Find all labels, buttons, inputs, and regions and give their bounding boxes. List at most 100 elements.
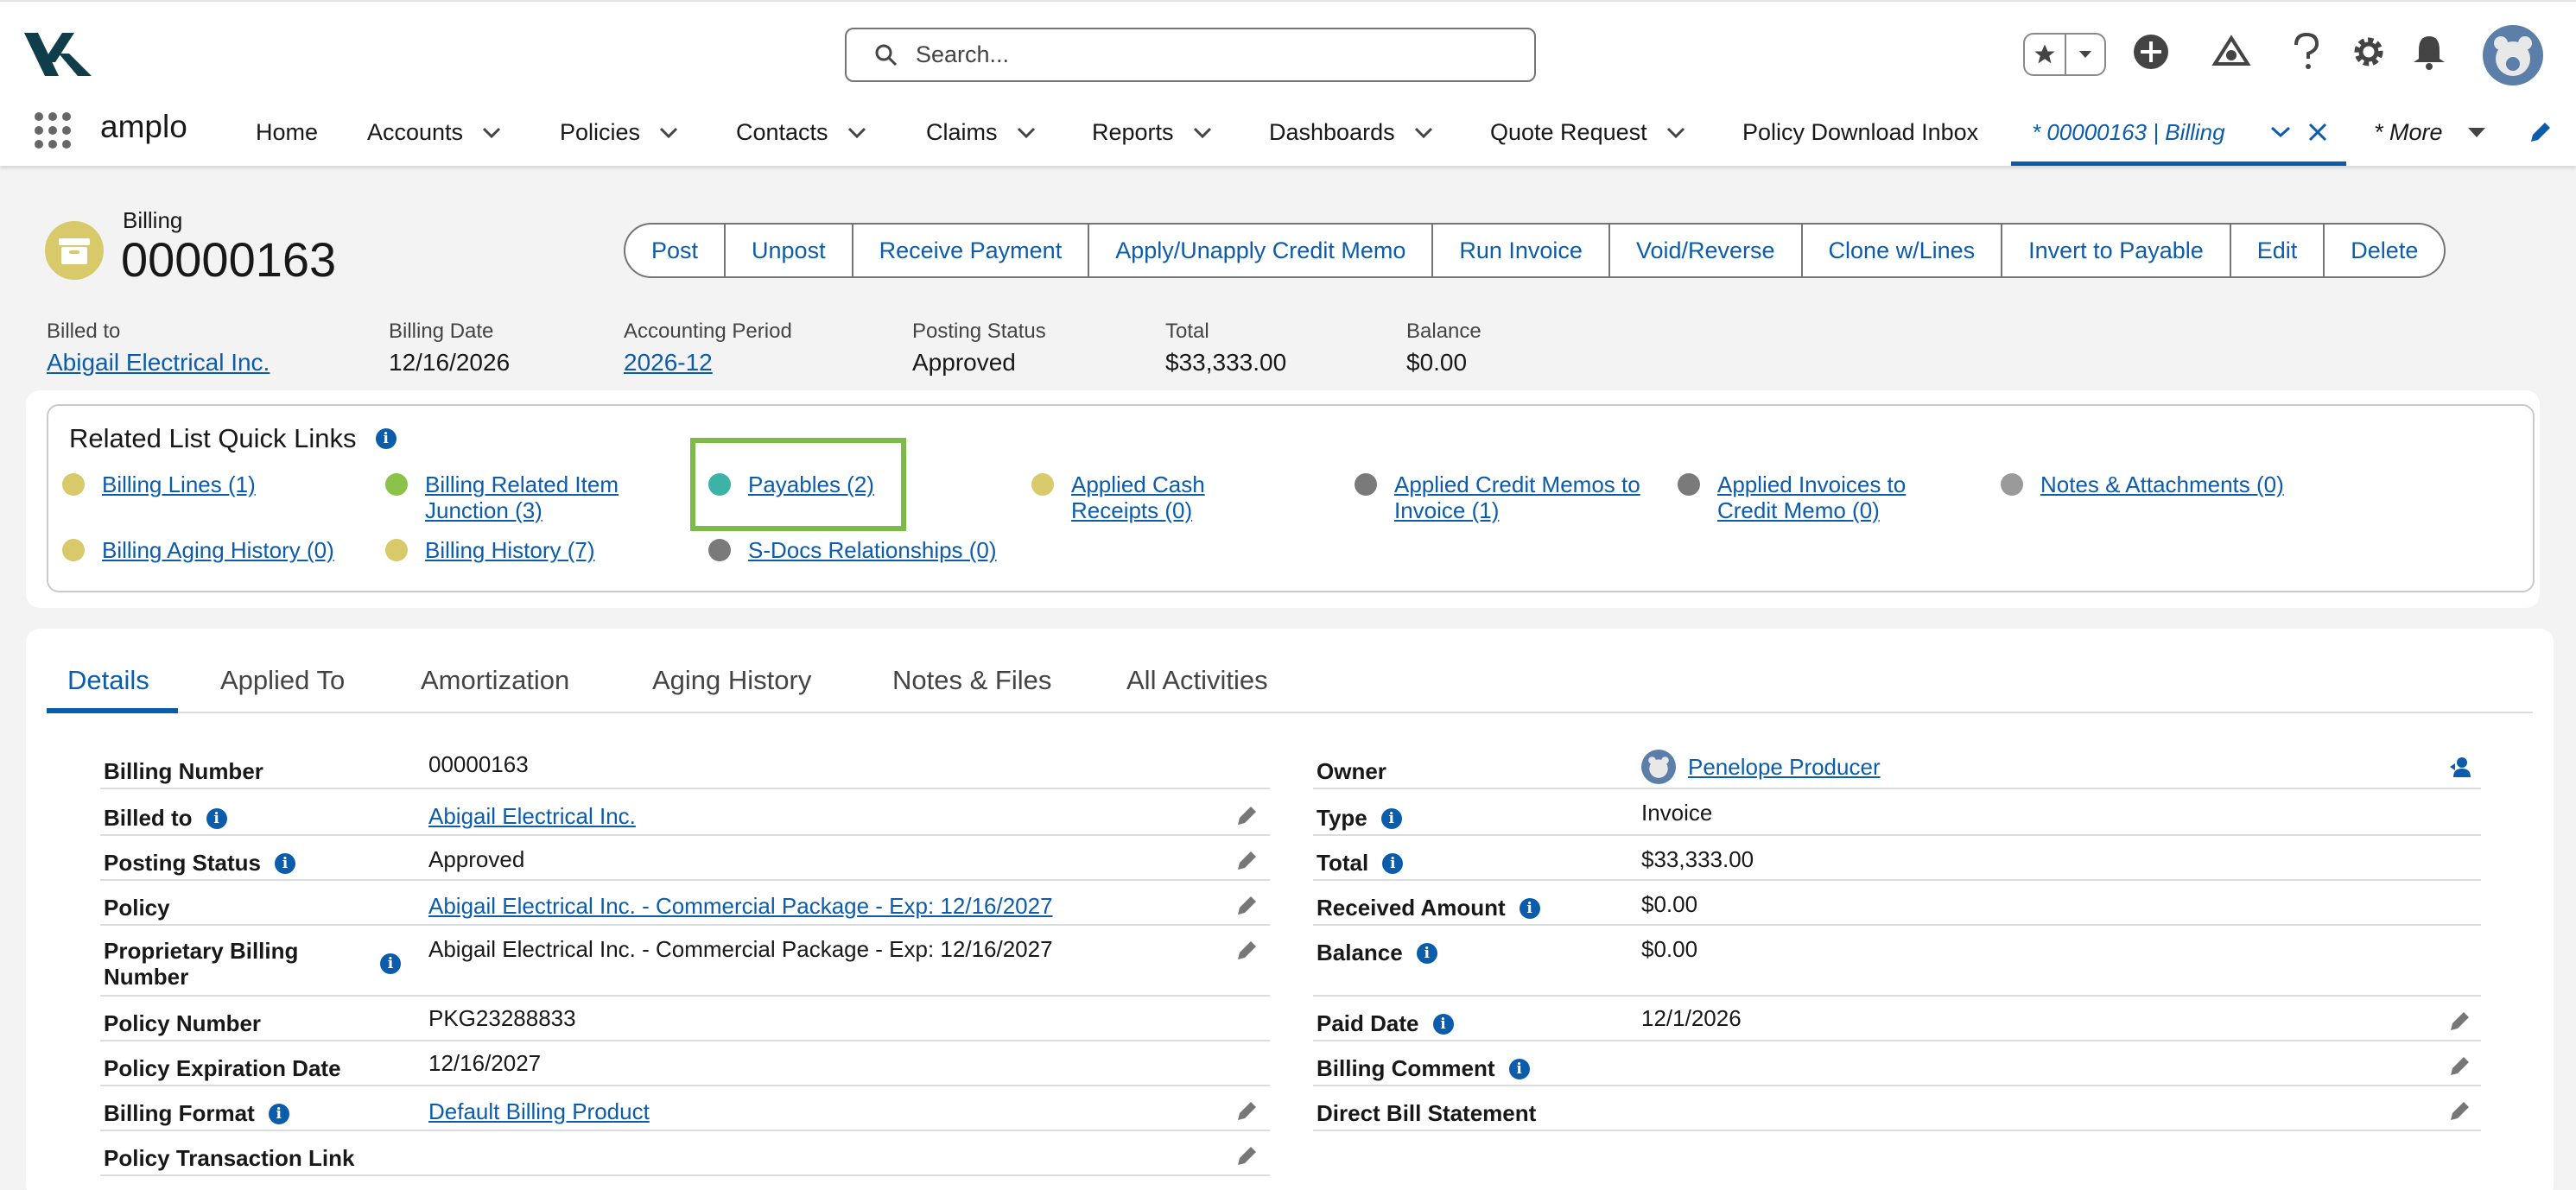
billing-format-link[interactable]: Default Billing Product — [428, 1098, 650, 1125]
field-received-amount: Received Amount i $0.00 — [1313, 881, 2481, 926]
edit-pencil-icon[interactable] — [1235, 803, 1259, 827]
unpost-button[interactable]: Unpost — [724, 225, 852, 276]
field-proprietary-billing-number: Proprietary Billing Number i Abigail Elec… — [100, 926, 1270, 997]
edit-button[interactable]: Edit — [2229, 225, 2324, 276]
field-balance: Balance i $0.00 — [1313, 926, 2481, 997]
policy-link[interactable]: Abigail Electrical Inc. - Commercial Pac… — [428, 893, 1053, 920]
nav-item-accounts[interactable]: Accounts — [367, 119, 501, 146]
app-logo[interactable] — [24, 28, 93, 79]
chevron-down-icon[interactable] — [1017, 127, 1036, 139]
close-icon[interactable] — [2308, 123, 2327, 142]
search-input[interactable]: Search... — [845, 28, 1536, 82]
info-icon[interactable]: i — [375, 428, 397, 449]
favorites-dropdown-icon[interactable] — [2064, 35, 2104, 74]
chevron-down-icon[interactable] — [847, 127, 866, 139]
quick-link-applied-invoices[interactable]: Applied Invoices to Credit Memo (0) — [1678, 472, 1959, 523]
chevron-down-icon[interactable] — [1666, 127, 1685, 139]
help-icon[interactable] — [2291, 32, 2322, 75]
app-launcher-icon[interactable] — [35, 112, 71, 149]
chevron-down-icon[interactable] — [2270, 126, 2291, 138]
receive-payment-button[interactable]: Receive Payment — [851, 225, 1088, 276]
nav-item-quote-request[interactable]: Quote Request — [1490, 119, 1685, 146]
info-icon[interactable]: i — [380, 953, 401, 974]
owner-link[interactable]: Penelope Producer — [1688, 754, 1881, 781]
info-icon[interactable]: i — [1382, 852, 1404, 874]
tab-aging-history[interactable]: Aging History — [652, 665, 811, 696]
change-owner-icon[interactable] — [2448, 755, 2472, 779]
chevron-down-icon[interactable] — [659, 127, 678, 139]
notifications-bell-icon[interactable] — [2412, 33, 2446, 75]
edit-pencil-icon[interactable] — [1235, 893, 1259, 917]
field-billed-to: Billed to i Abigail Electrical Inc. — [100, 791, 1270, 836]
tab-amortization[interactable]: Amortization — [421, 665, 569, 696]
highlight-total: Total $33,333.00 — [1165, 320, 1287, 376]
edit-pencil-icon[interactable] — [1235, 848, 1259, 872]
post-button[interactable]: Post — [625, 225, 724, 276]
tab-details[interactable]: Details — [67, 665, 149, 696]
tab-billing-record[interactable]: * 00000163 | Billing — [2011, 97, 2346, 166]
info-icon[interactable]: i — [206, 807, 227, 829]
clone-with-lines-button[interactable]: Clone w/Lines — [1800, 225, 2002, 276]
info-icon[interactable]: i — [1508, 1058, 1530, 1079]
global-actions-icon[interactable] — [2132, 33, 2170, 75]
trailhead-icon[interactable] — [2211, 33, 2251, 75]
apply-unapply-credit-memo-button[interactable]: Apply/Unapply Credit Memo — [1088, 225, 1431, 276]
tab-applied-to[interactable]: Applied To — [220, 665, 345, 696]
highlight-posting-status: Posting Status Approved — [912, 320, 1046, 376]
quick-link-applied-credit-memos[interactable]: Applied Credit Memos to Invoice (1) — [1355, 472, 1662, 523]
invert-to-payable-button[interactable]: Invert to Payable — [2001, 225, 2230, 276]
void-reverse-button[interactable]: Void/Reverse — [1608, 225, 1801, 276]
quick-link-sdocs-relationships[interactable]: S-Docs Relationships (0) — [708, 537, 997, 563]
run-invoice-button[interactable]: Run Invoice — [1431, 225, 1608, 276]
setup-gear-icon[interactable] — [2350, 33, 2388, 75]
info-icon[interactable]: i — [268, 1103, 289, 1124]
nav-more-menu[interactable]: * More — [2374, 119, 2486, 146]
quick-link-billing-history[interactable]: Billing History (7) — [385, 537, 595, 563]
info-icon[interactable]: i — [1416, 942, 1437, 964]
quick-link-billing-lines[interactable]: Billing Lines (1) — [62, 472, 256, 497]
chevron-down-icon[interactable] — [1193, 127, 1212, 139]
nav-item-contacts[interactable]: Contacts — [736, 119, 866, 146]
billed-to-link[interactable]: Abigail Electrical Inc. — [47, 349, 270, 377]
billing-record-icon — [45, 221, 104, 280]
quick-link-billing-related-item-junction[interactable]: Billing Related Item Junction (3) — [385, 472, 650, 523]
field-policy-number: Policy Number PKG23288833 — [100, 997, 1270, 1041]
caret-down-icon[interactable] — [2467, 127, 2486, 139]
billing-object-icon — [1031, 473, 1054, 496]
edit-pencil-icon[interactable] — [2448, 1009, 2472, 1033]
tab-all-activities[interactable]: All Activities — [1126, 665, 1268, 696]
chevron-down-icon[interactable] — [1414, 127, 1433, 139]
favorites-button[interactable] — [2023, 33, 2106, 76]
field-billing-format: Billing Format i Default Billing Product — [100, 1086, 1270, 1131]
search-placeholder: Search... — [916, 41, 1010, 67]
info-icon[interactable]: i — [1380, 807, 1402, 829]
nav-item-claims[interactable]: Claims — [926, 119, 1036, 146]
field-paid-date: Paid Date i 12/1/2026 — [1313, 997, 2481, 1041]
accounting-period-link[interactable]: 2026-12 — [624, 349, 792, 377]
info-icon[interactable]: i — [275, 852, 296, 874]
chevron-down-icon[interactable] — [482, 127, 501, 139]
info-icon[interactable]: i — [1432, 1013, 1454, 1035]
edit-pencil-icon[interactable] — [1235, 1143, 1259, 1168]
info-icon[interactable]: i — [1519, 897, 1540, 919]
nav-item-reports[interactable]: Reports — [1092, 119, 1212, 146]
edit-nav-pencil-icon[interactable] — [2528, 119, 2554, 145]
edit-pencil-icon[interactable] — [1235, 938, 1259, 962]
edit-pencil-icon[interactable] — [2448, 1098, 2472, 1123]
nav-item-dashboards[interactable]: Dashboards — [1269, 119, 1433, 146]
star-icon[interactable] — [2025, 35, 2065, 74]
delete-button[interactable]: Delete — [2323, 225, 2444, 276]
edit-pencil-icon[interactable] — [2448, 1054, 2472, 1078]
billed-to-field-link[interactable]: Abigail Electrical Inc. — [428, 803, 636, 830]
tab-notes-files[interactable]: Notes & Files — [892, 665, 1051, 696]
user-avatar[interactable] — [2483, 25, 2543, 85]
quick-link-applied-cash-receipts[interactable]: Applied Cash Receipts (0) — [1031, 472, 1244, 523]
nav-item-policies[interactable]: Policies — [560, 119, 678, 146]
edit-pencil-icon[interactable] — [1235, 1098, 1259, 1123]
nav-item-home[interactable]: Home — [256, 119, 318, 146]
quick-link-notes-attachments[interactable]: Notes & Attachments (0) — [2001, 472, 2284, 497]
nav-item-policy-download-inbox[interactable]: Policy Download Inbox — [1742, 119, 1978, 146]
highlight-balance: Balance $0.00 — [1406, 320, 1482, 376]
quick-link-billing-aging-history[interactable]: Billing Aging History (0) — [62, 537, 334, 563]
field-policy-transaction-link: Policy Transaction Link — [100, 1131, 1270, 1176]
